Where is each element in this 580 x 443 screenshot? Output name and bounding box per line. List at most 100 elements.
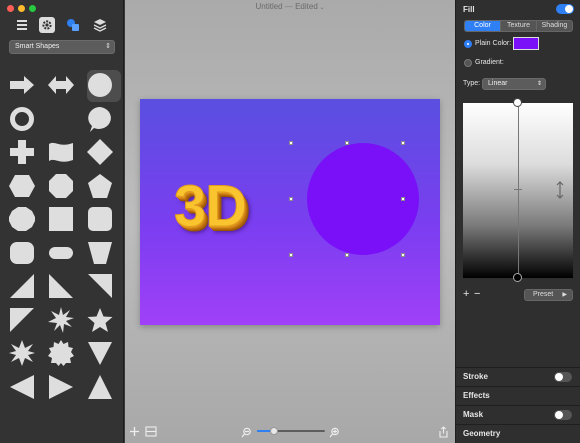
zoom-window-button[interactable]	[29, 5, 36, 12]
shape-square-icon[interactable]	[45, 204, 77, 234]
shapes-icon[interactable]	[65, 17, 81, 33]
preset-label: Preset	[533, 291, 554, 298]
minimize-window-button[interactable]	[18, 5, 25, 12]
shape-rounded-rect-icon[interactable]	[6, 238, 38, 268]
shape-right-arrow-icon[interactable]	[6, 70, 38, 100]
chevron-right-icon: ▶	[562, 292, 567, 298]
shape-octagon-icon[interactable]	[45, 171, 77, 201]
shape-pentagon-icon[interactable]	[84, 171, 116, 201]
shape-inverted-triangle-icon[interactable]	[84, 338, 116, 368]
shape-star-8-icon[interactable]	[6, 338, 38, 368]
zoom-slider-knob[interactable]	[270, 427, 278, 435]
stroke-section[interactable]: Stroke	[456, 367, 580, 385]
resize-handle[interactable]	[289, 197, 293, 201]
stroke-label: Stroke	[463, 372, 488, 381]
geometry-section[interactable]: Geometry	[456, 424, 580, 442]
effects-label: Effects	[463, 391, 490, 400]
shape-seal-icon[interactable]	[45, 338, 77, 368]
share-icon[interactable]	[438, 425, 449, 443]
gradient-type-select[interactable]: Linear ⇕	[482, 78, 546, 90]
gear-icon[interactable]	[39, 17, 55, 33]
shape-star-burst-icon[interactable]	[45, 305, 77, 335]
document-title: Untitled	[255, 2, 283, 11]
shape-pill-icon[interactable]	[45, 238, 77, 268]
close-window-button[interactable]	[7, 5, 14, 12]
shape-right-pointing-triangle-icon[interactable]	[45, 372, 77, 402]
shape-library	[3, 68, 121, 443]
zoom-in-icon[interactable]	[329, 425, 340, 443]
chevron-updown-icon: ⇕	[105, 43, 111, 50]
document-canvas[interactable]: 3D	[140, 99, 440, 325]
resize-handle[interactable]	[401, 253, 405, 257]
shape-triangle-up-icon[interactable]	[84, 372, 116, 402]
shape-double-arrow-icon[interactable]	[45, 70, 77, 100]
window-title-bar: Untitled — Edited ⌄	[255, 2, 325, 11]
resize-handle[interactable]	[289, 141, 293, 145]
shape-circle-icon[interactable]	[84, 70, 116, 100]
shape-set-label: Smart Shapes	[15, 43, 60, 50]
shape-right-triangle-icon[interactable]	[84, 271, 116, 301]
zoom-out-icon[interactable]	[241, 425, 252, 443]
fill-toggle[interactable]	[556, 4, 574, 14]
gradient-type-value: Linear	[488, 80, 508, 87]
gradient-radio[interactable]	[464, 59, 472, 67]
shape-trapezoid-icon[interactable]	[84, 238, 116, 268]
shape-set-select[interactable]: Smart Shapes ⇕	[9, 40, 115, 54]
shape-ring-icon[interactable]	[6, 104, 38, 134]
document-status[interactable]: Edited	[295, 2, 318, 11]
canvas-area: Untitled — Edited ⌄ 3D	[125, 0, 455, 443]
shape-dodecagon-icon[interactable]	[6, 204, 38, 234]
layers-icon[interactable]	[92, 17, 108, 33]
resize-handle[interactable]	[345, 141, 349, 145]
shape-rounded-square-icon[interactable]	[84, 204, 116, 234]
shape-left-triangle-icon[interactable]	[6, 372, 38, 402]
gradient-axis	[518, 103, 519, 278]
shape-star-icon[interactable]	[84, 305, 116, 335]
shapes-sidebar: Smart Shapes ⇕	[0, 0, 124, 443]
fill-mode-tabs: Color Texture Shading	[464, 20, 573, 32]
shape-triangle-left-icon[interactable]	[6, 271, 38, 301]
resize-handle[interactable]	[345, 253, 349, 257]
gradient-label: Gradient:	[475, 59, 504, 66]
plain-color-swatch[interactable]	[513, 37, 539, 50]
app-window: Smart Shapes ⇕ Untitled — Edited ⌄ 3D Fi…	[0, 0, 580, 443]
shape-triangle-corner-icon[interactable]	[45, 271, 77, 301]
plain-color-radio[interactable]	[464, 40, 472, 48]
shape-diamond-icon[interactable]	[84, 137, 116, 167]
gradient-midpoint[interactable]	[514, 189, 522, 190]
shape-wave-flag-icon[interactable]	[45, 137, 77, 167]
geometry-label: Geometry	[463, 429, 501, 438]
plain-color-label: Plain Color:	[475, 40, 512, 47]
shape-crescent-icon[interactable]	[45, 104, 77, 134]
effects-section[interactable]: Effects	[456, 386, 580, 404]
rotate-gradient-icon[interactable]	[555, 181, 565, 204]
shape-cross-icon[interactable]	[6, 137, 38, 167]
fill-section-title: Fill	[463, 5, 475, 14]
pages-icon[interactable]	[145, 424, 157, 442]
3d-text-object[interactable]: 3D	[173, 173, 247, 240]
resize-handle[interactable]	[401, 197, 405, 201]
shape-corner-triangle-icon[interactable]	[6, 305, 38, 335]
shape-speech-bubble-icon[interactable]	[84, 104, 116, 134]
tab-color[interactable]: Color	[465, 21, 501, 31]
tab-texture[interactable]: Texture	[501, 21, 537, 31]
resize-handle[interactable]	[289, 253, 293, 257]
mask-section[interactable]: Mask	[456, 405, 580, 423]
stroke-toggle[interactable]	[554, 372, 572, 382]
tab-shading[interactable]: Shading	[537, 21, 572, 31]
chevron-updown-icon: ⇕	[536, 81, 542, 87]
inspector-panel: Fill Color Texture Shading Plain Color: …	[455, 0, 580, 443]
mask-toggle[interactable]	[554, 410, 572, 420]
type-label: Type:	[463, 80, 481, 87]
list-icon[interactable]	[14, 17, 30, 33]
mask-label: Mask	[463, 410, 484, 419]
add-page-icon[interactable]	[129, 424, 140, 442]
remove-stop-icon[interactable]: −	[474, 289, 480, 300]
gradient-stop-top[interactable]	[513, 98, 522, 107]
resize-handle[interactable]	[401, 141, 405, 145]
gradient-stop-bottom[interactable]	[513, 273, 522, 282]
zoom-control	[237, 424, 347, 438]
preset-button[interactable]: Preset ▶	[524, 289, 573, 301]
shape-hexagon-icon[interactable]	[6, 171, 38, 201]
add-stop-icon[interactable]: +	[463, 289, 469, 300]
